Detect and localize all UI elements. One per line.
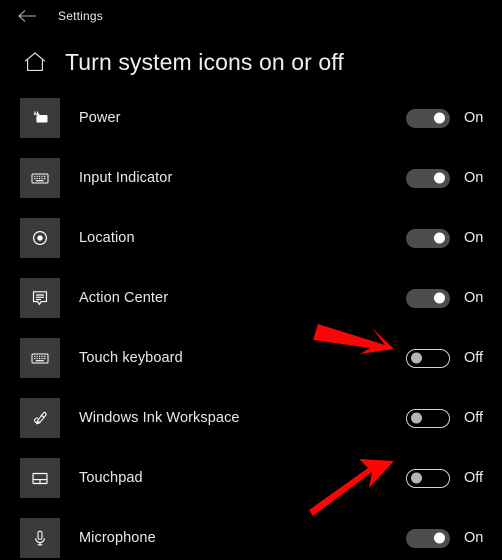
toggle-state-label: Off bbox=[464, 410, 484, 426]
icon-tile bbox=[20, 218, 60, 258]
toggle-knob bbox=[411, 352, 422, 364]
toggle-switch[interactable] bbox=[406, 408, 450, 428]
toggle-state-label: Off bbox=[464, 470, 484, 486]
toggle-switch[interactable] bbox=[406, 288, 450, 308]
toggle-group: On bbox=[406, 268, 490, 328]
toggle-knob bbox=[434, 172, 445, 184]
app-title: Settings bbox=[58, 9, 103, 23]
power-battery-icon bbox=[29, 107, 51, 129]
toggle-switch[interactable] bbox=[406, 348, 450, 368]
toggle-switch[interactable] bbox=[406, 468, 450, 488]
toggle-switch[interactable] bbox=[406, 168, 450, 188]
toggle-state-label: On bbox=[464, 110, 484, 126]
toggle-knob bbox=[434, 112, 445, 124]
toggle-group: On bbox=[406, 148, 490, 208]
icon-tile bbox=[20, 278, 60, 318]
touch-keyboard-icon bbox=[29, 347, 51, 369]
icon-tile bbox=[20, 398, 60, 438]
icon-tile bbox=[20, 518, 60, 558]
touchpad-icon bbox=[29, 467, 51, 489]
toggle-state-label: On bbox=[464, 170, 484, 186]
list-item[interactable]: Microphone On bbox=[0, 508, 502, 560]
microphone-icon bbox=[29, 527, 51, 549]
list-item[interactable]: Power On bbox=[0, 88, 502, 148]
system-icons-list: Power On Input Indicator On Location On … bbox=[0, 88, 502, 560]
icon-tile bbox=[20, 98, 60, 138]
list-item[interactable]: Windows Ink Workspace Off bbox=[0, 388, 502, 448]
toggle-group: Off bbox=[406, 388, 490, 448]
list-item-label: Microphone bbox=[79, 530, 156, 546]
pen-ink-icon bbox=[29, 407, 51, 429]
page-header: Turn system icons on or off bbox=[0, 32, 502, 80]
toggle-state-label: On bbox=[464, 230, 484, 246]
list-item-label: Power bbox=[79, 110, 121, 126]
list-item-label: Windows Ink Workspace bbox=[79, 410, 240, 426]
list-item-label: Location bbox=[79, 230, 135, 246]
toggle-knob bbox=[434, 532, 445, 544]
list-item[interactable]: Action Center On bbox=[0, 268, 502, 328]
toggle-knob bbox=[411, 412, 422, 424]
icon-tile bbox=[20, 158, 60, 198]
toggle-group: On bbox=[406, 508, 490, 560]
toggle-state-label: On bbox=[464, 290, 484, 306]
list-item[interactable]: Touchpad Off bbox=[0, 448, 502, 508]
list-item-label: Touch keyboard bbox=[79, 350, 183, 366]
page-title: Turn system icons on or off bbox=[65, 48, 344, 75]
toggle-state-label: Off bbox=[464, 350, 484, 366]
toggle-group: On bbox=[406, 88, 490, 148]
toggle-state-label: On bbox=[464, 530, 484, 546]
action-center-icon bbox=[29, 287, 51, 309]
list-item-label: Action Center bbox=[79, 290, 169, 306]
back-button[interactable] bbox=[12, 4, 42, 28]
list-item-label: Touchpad bbox=[79, 470, 143, 486]
toggle-group: Off bbox=[406, 448, 490, 508]
toggle-knob bbox=[434, 232, 445, 244]
keyboard-icon bbox=[29, 167, 51, 189]
toggle-switch[interactable] bbox=[406, 228, 450, 248]
icon-tile bbox=[20, 338, 60, 378]
toggle-knob bbox=[434, 292, 445, 304]
list-item[interactable]: Touch keyboard Off bbox=[0, 328, 502, 388]
icon-tile bbox=[20, 458, 60, 498]
location-icon bbox=[29, 227, 51, 249]
toggle-knob bbox=[411, 472, 422, 484]
list-item[interactable]: Input Indicator On bbox=[0, 148, 502, 208]
back-arrow-icon bbox=[17, 9, 37, 23]
toggle-switch[interactable] bbox=[406, 528, 450, 548]
home-icon[interactable] bbox=[22, 49, 48, 75]
toggle-switch[interactable] bbox=[406, 108, 450, 128]
toggle-group: On bbox=[406, 208, 490, 268]
list-item[interactable]: Location On bbox=[0, 208, 502, 268]
titlebar: Settings bbox=[0, 0, 502, 32]
toggle-group: Off bbox=[406, 328, 490, 388]
list-item-label: Input Indicator bbox=[79, 170, 173, 186]
